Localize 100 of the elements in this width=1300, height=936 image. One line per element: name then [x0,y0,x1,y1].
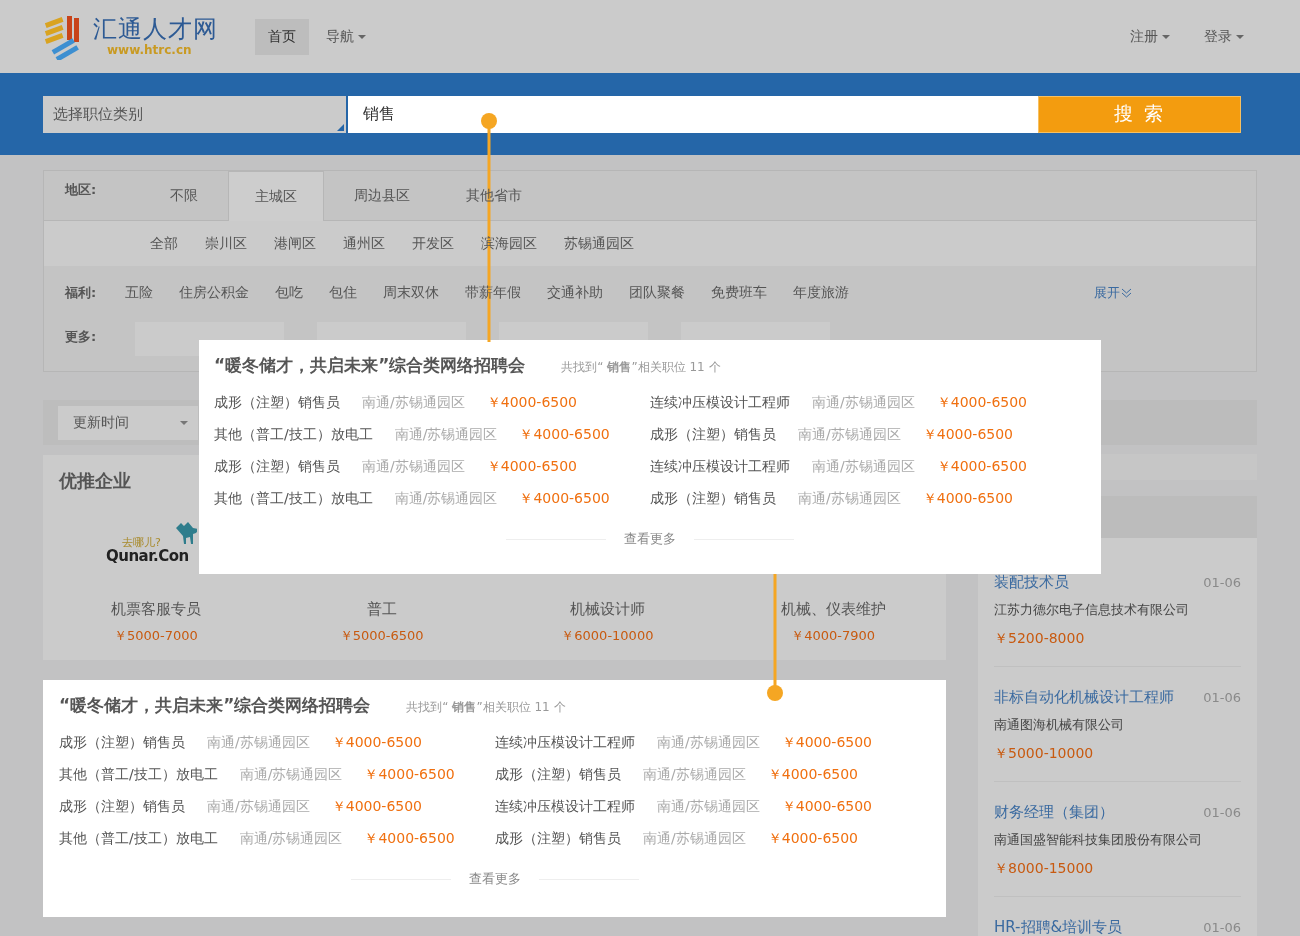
region-tab[interactable]: 不限 [144,171,224,220]
result-count: 共找到“ 销售”相关职位 11 个 [406,699,566,716]
job-title-link[interactable]: 非标自动化机械设计工程师 [994,687,1174,707]
nav-link[interactable]: 导航 [313,18,379,55]
job-title-link[interactable]: 其他（普工/技工）放电工 [214,488,373,508]
job-title-link[interactable]: 成形（注塑）销售员 [495,828,621,848]
district-link[interactable]: 通州区 [343,234,385,253]
job-title-link[interactable]: 成形（注塑）销售员 [214,456,340,476]
salary: ￥4000-6500 [922,425,1014,444]
job-location: 南通/苏锡通园区 [657,733,760,752]
job-title-link[interactable]: 连续冲压模设计工程师 [650,456,790,476]
company-logo-caption: 去哪儿? [122,535,161,549]
salary: ￥4000-6500 [767,829,859,848]
job-location: 南通/苏锡通园区 [207,797,310,816]
account-link[interactable]: 登录 [1191,18,1257,55]
job-location: 南通/苏锡通园区 [362,393,465,412]
salary: ￥4000-6500 [331,797,423,816]
job-location: 南通/苏锡通园区 [394,425,498,444]
district-link[interactable]: 港闸区 [274,234,316,253]
job-title-link[interactable]: 其他（普工/技工）放电工 [59,828,218,848]
job-title-link[interactable]: 连续冲压模设计工程师 [495,732,635,752]
salary: ￥4000-6500 [519,489,610,508]
job-location: 南通/苏锡通园区 [798,425,901,444]
job-location: 南通/苏锡通园区 [657,797,760,816]
nav-link[interactable]: 首页 [255,18,309,55]
job-location: 南通/苏锡通园区 [394,489,498,508]
search-field[interactable]: 销售 [348,95,1038,133]
post-date: 01-06 [1203,689,1241,705]
district-link[interactable]: 崇川区 [205,234,247,253]
view-more-link[interactable]: 查看更多 [624,530,676,548]
salary: ￥4000-6500 [936,457,1028,476]
salary: ￥5000-6500 [339,627,424,645]
benefit-link[interactable]: 交通补助 [547,284,603,302]
region-tab[interactable]: 主城区 [228,171,324,221]
benefit-link[interactable]: 五险 [125,284,153,302]
post-date: 01-06 [1203,919,1241,935]
view-more-link[interactable]: 查看更多 [468,870,521,888]
job-title[interactable]: 机票客服专员 [110,600,201,619]
job-location: 南通/苏锡通园区 [362,457,465,476]
category-select[interactable]: 选择职位类别 [43,95,348,133]
job-title-link[interactable]: 成形（注塑）销售员 [59,796,185,816]
salary: ￥4000-6500 [486,393,578,412]
job-title-link[interactable]: 成形（注塑）销售员 [650,424,776,444]
salary: ￥5000-7000 [113,627,198,645]
job-title-link[interactable]: HR-招聘&培训专员 [994,917,1123,936]
salary: ￥4000-6500 [486,457,578,476]
fair-title: “暖冬储才，共启未来”综合类网络招聘会 [214,354,526,377]
salary: ￥4000-6500 [767,765,859,784]
job-title-link[interactable]: 连续冲压模设计工程师 [650,392,790,412]
post-date: 01-06 [1203,804,1241,820]
benefit-link[interactable]: 住房公积金 [179,284,249,302]
benefit-link[interactable]: 年度旅游 [793,284,849,302]
filter-label: 福利: [63,284,98,302]
site-name: 汇通人才网 [93,17,218,41]
job-title[interactable]: 机械设计师 [569,600,645,619]
job-title[interactable]: 机械、仪表维护 [780,600,886,619]
job-title-link[interactable]: 财务经理（集团） [994,802,1114,822]
salary: ￥4000-6500 [331,733,423,752]
benefit-link[interactable]: 免费班车 [711,284,767,302]
account-link[interactable]: 注册 [1117,18,1183,55]
salary: ￥4000-6500 [364,765,455,784]
chevron-down-icon [1121,288,1132,298]
district-link[interactable]: 苏锡通园区 [564,234,634,253]
district-link[interactable]: 开发区 [412,234,454,253]
job-location: 南通/苏锡通园区 [812,393,915,412]
benefit-link[interactable]: 团队聚餐 [629,284,685,302]
job-title-link[interactable]: 连续冲压模设计工程师 [495,796,635,816]
salary: ￥4000-6500 [922,489,1014,508]
job-title-link[interactable]: 成形（注塑）销售员 [214,392,340,412]
company-name: 南通国盛智能科技集团股份有限公司 [994,831,1203,849]
job-title-link[interactable]: 成形（注塑）销售员 [495,764,621,784]
job-title-link[interactable]: 成形（注塑）销售员 [59,732,185,752]
salary: ￥5000-10000 [994,744,1095,763]
camel-icon [174,520,197,544]
job-location: 南通/苏锡通园区 [207,733,310,752]
job-title-link[interactable]: 其他（普工/技工）放电工 [214,424,373,444]
job-location: 南通/苏锡通园区 [798,489,901,508]
job-location: 南通/苏锡通园区 [812,457,915,476]
job-location: 南通/苏锡通园区 [239,765,343,784]
benefit-link[interactable]: 包吃 [275,284,303,302]
result-count: 共找到“ 销售”相关职位 11 个 [561,359,721,376]
job-title-link[interactable]: 成形（注塑）销售员 [650,488,776,508]
benefit-link[interactable]: 周末双休 [383,284,439,302]
benefit-link[interactable]: 包住 [329,284,357,302]
job-title[interactable]: 普工 [366,600,397,619]
filter-label: 地区: [63,181,98,199]
region-tab[interactable]: 周边县区 [328,171,436,220]
fair-title: “暖冬储才，共启未来”综合类网络招聘会 [59,694,371,717]
salary: ￥8000-15000 [994,859,1095,878]
district-link[interactable]: 全部 [150,234,178,253]
job-title-link[interactable]: 装配技术员 [994,572,1069,592]
company-name: 江苏力德尔电子信息技术有限公司 [994,601,1190,619]
salary: ￥4000-7900 [791,627,876,645]
post-date: 01-06 [1203,574,1241,590]
job-location: 南通/苏锡通园区 [643,765,746,784]
expand-link[interactable]: 展开 [1094,284,1132,302]
salary: ￥4000-6500 [364,829,455,848]
salary: ￥4000-6500 [936,393,1028,412]
sort-dropdown[interactable]: 更新时间 [58,405,198,440]
job-title-link[interactable]: 其他（普工/技工）放电工 [59,764,218,784]
